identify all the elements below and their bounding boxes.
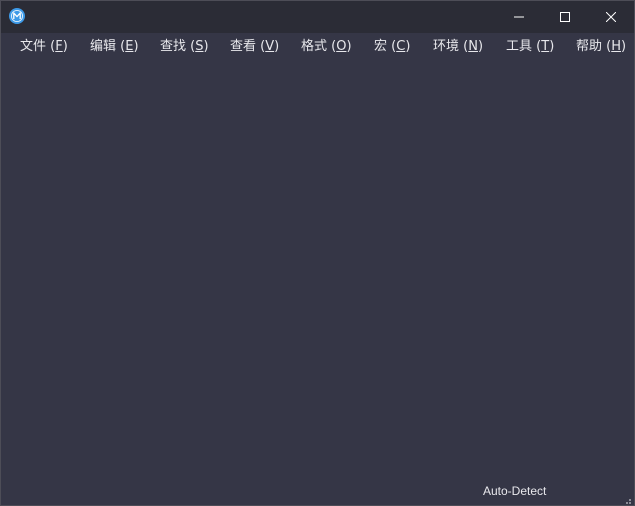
m-logo-icon[interactable] <box>9 8 25 24</box>
close-button[interactable] <box>588 1 634 33</box>
encoding-status[interactable]: Auto-Detect <box>483 484 546 498</box>
menu-file-label: 文件 <box>20 39 47 54</box>
menu-search-key: S <box>195 39 204 54</box>
menu-tools-key: T <box>541 39 550 54</box>
menu-help[interactable]: 帮助 (H) <box>576 38 626 56</box>
menu-view-key: V <box>265 39 275 54</box>
menu-help-label: 帮助 <box>576 39 603 54</box>
maximize-icon <box>560 12 570 22</box>
menu-edit[interactable]: 编辑 (E) <box>90 38 139 56</box>
menu-view[interactable]: 查看 (V) <box>230 38 279 56</box>
minimize-icon <box>514 12 524 22</box>
menu-file-key: F <box>55 39 63 54</box>
minimize-button[interactable] <box>496 1 542 33</box>
menu-help-key: H <box>611 39 622 54</box>
menu-file[interactable]: 文件 (F) <box>20 38 68 56</box>
menu-tools-label: 工具 <box>506 39 533 54</box>
menu-environment-label: 环境 <box>433 39 460 54</box>
menu-environment-key: N <box>468 39 478 54</box>
menu-macro-label: 宏 <box>374 39 388 54</box>
app-window: 文件 (F) 编辑 (E) 查找 (S) 查看 (V) 格式 (O) 宏 (C)… <box>0 0 635 506</box>
menu-macro[interactable]: 宏 (C) <box>374 38 410 56</box>
menu-bar: 文件 (F) 编辑 (E) 查找 (S) 查看 (V) 格式 (O) 宏 (C)… <box>1 33 634 61</box>
menu-macro-key: C <box>396 39 406 54</box>
menu-search-label: 查找 <box>160 39 187 54</box>
menu-view-label: 查看 <box>230 39 257 54</box>
close-icon <box>606 12 616 22</box>
menu-tools[interactable]: 工具 (T) <box>506 38 554 56</box>
text-editor-area[interactable] <box>1 61 634 481</box>
maximize-button[interactable] <box>542 1 588 33</box>
title-bar[interactable] <box>1 1 634 33</box>
menu-environment[interactable]: 环境 (N) <box>433 38 483 56</box>
menu-edit-key: E <box>125 39 134 54</box>
menu-format[interactable]: 格式 (O) <box>301 38 352 56</box>
status-bar: Auto-Detect <box>1 481 634 505</box>
menu-format-key: O <box>336 39 347 54</box>
resize-grip-icon[interactable] <box>622 493 632 504</box>
menu-search[interactable]: 查找 (S) <box>160 38 209 56</box>
menu-edit-label: 编辑 <box>90 39 117 54</box>
menu-format-label: 格式 <box>301 39 328 54</box>
